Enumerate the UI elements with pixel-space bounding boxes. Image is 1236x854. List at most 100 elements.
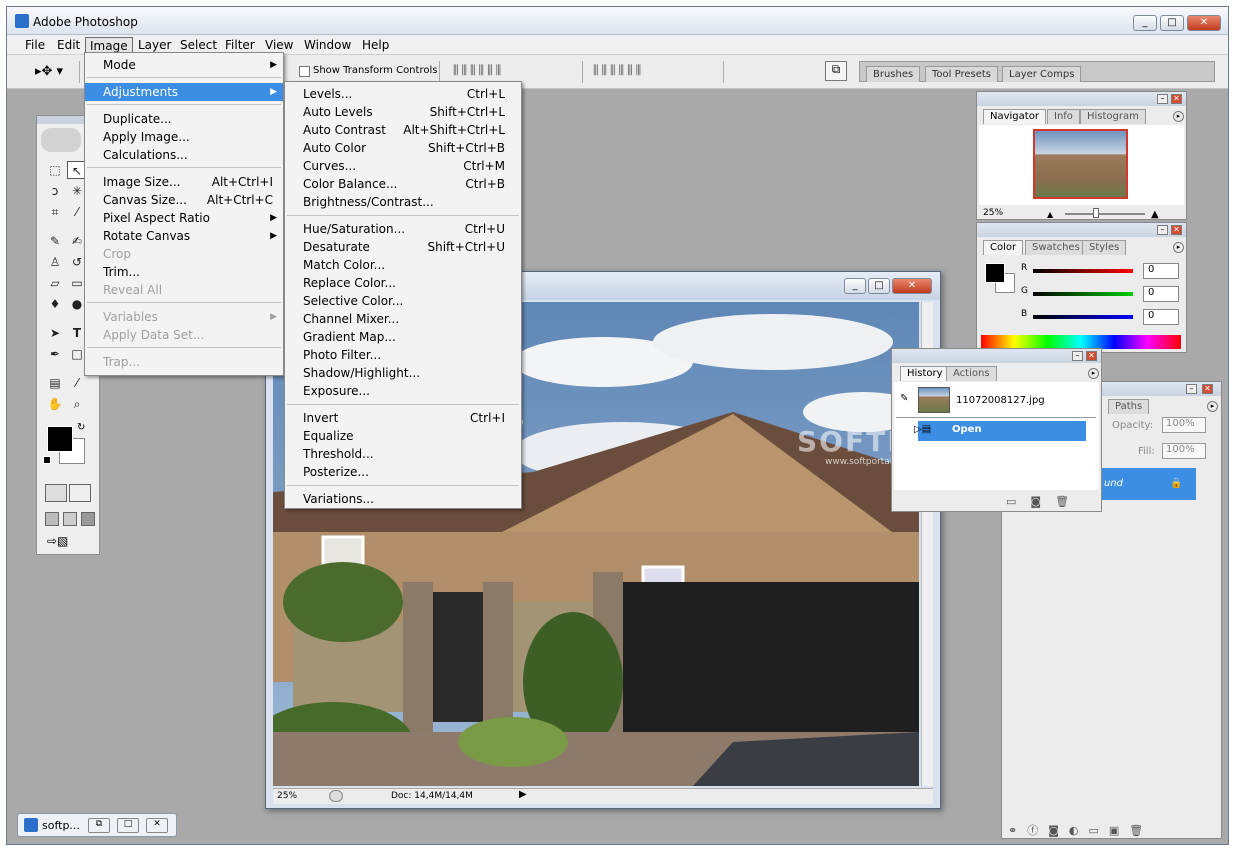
menu-item-duplicate[interactable]: Duplicate... <box>85 110 283 128</box>
screen-mode-full-menu-icon[interactable] <box>63 512 77 526</box>
tab-histogram[interactable]: Histogram <box>1080 109 1146 124</box>
stamp-tool-icon[interactable]: ♙ <box>45 253 65 271</box>
history-bottom-icons[interactable]: ▭◙🗑 <box>1006 495 1083 508</box>
tab-color[interactable]: Color <box>983 240 1024 255</box>
lasso-tool-icon[interactable]: ↄ <box>45 182 65 200</box>
image-close-button[interactable]: ✕ <box>892 278 932 294</box>
menu-image[interactable]: Image <box>85 37 133 53</box>
history-close-icon[interactable]: ✕ <box>1086 351 1097 361</box>
navigator-menu-icon[interactable]: ▸ <box>1173 111 1184 122</box>
adj-invert[interactable]: Invert Ctrl+I <box>285 409 521 427</box>
menu-window[interactable]: Window <box>300 37 355 53</box>
tab-history[interactable]: History <box>900 366 950 381</box>
close-button[interactable]: ✕ <box>1187 15 1221 31</box>
adj-levels[interactable]: Levels... Ctrl+L <box>285 85 521 103</box>
move-tool-icon[interactable]: ▸✥ ▾ <box>35 64 63 79</box>
adj-match-color[interactable]: Match Color... <box>285 256 521 274</box>
fill-field[interactable]: 100% <box>1162 443 1206 459</box>
path-select-icon[interactable]: ➤ <box>45 324 65 342</box>
adj-threshold[interactable]: Threshold... <box>285 445 521 463</box>
minimized-document[interactable]: softp... ⧉ □ ✕ <box>17 813 177 837</box>
hand-tool-icon[interactable]: ✋ <box>45 395 65 413</box>
tab-styles[interactable]: Styles <box>1082 240 1127 255</box>
zoom-tool-icon[interactable]: ⌕ <box>67 395 87 413</box>
snapshot-thumbnail[interactable] <box>918 387 950 413</box>
menu-item-rotate-canvas[interactable]: Rotate Canvas ▶ <box>85 227 283 245</box>
adj-auto-color[interactable]: Auto Color Shift+Ctrl+B <box>285 139 521 157</box>
r-slider[interactable] <box>1033 269 1133 273</box>
g-slider[interactable] <box>1033 292 1133 296</box>
g-value-field[interactable]: 0 <box>1143 286 1179 302</box>
adj-posterize[interactable]: Posterize... <box>285 463 521 481</box>
foreground-color-swatch[interactable] <box>47 426 73 452</box>
minimize-button[interactable]: _ <box>1133 15 1157 31</box>
zoom-in-icon[interactable]: ▲ <box>1151 209 1159 220</box>
history-state-open[interactable]: Open <box>918 421 1086 441</box>
tab-navigator[interactable]: Navigator <box>983 109 1046 124</box>
zoom-slider-handle[interactable] <box>1093 208 1099 218</box>
adj-gradient-map[interactable]: Gradient Map... <box>285 328 521 346</box>
menu-item-apply-image[interactable]: Apply Image... <box>85 128 283 146</box>
adj-exposure[interactable]: Exposure... <box>285 382 521 400</box>
marquee-tool-icon[interactable]: ⬚ <box>45 161 65 179</box>
history-menu-icon[interactable]: ▸ <box>1088 368 1099 379</box>
tab-paths[interactable]: Paths <box>1108 399 1150 414</box>
maximize-button[interactable]: □ <box>1160 15 1184 31</box>
tab-info[interactable]: Info <box>1047 109 1080 124</box>
navigator-minimize-icon[interactable]: – <box>1157 94 1168 104</box>
image-zoom-level[interactable]: 25% <box>277 791 297 801</box>
color-ramp[interactable] <box>981 335 1181 349</box>
color-close-icon[interactable]: ✕ <box>1171 225 1182 235</box>
color-menu-icon[interactable]: ▸ <box>1173 242 1184 253</box>
snapshot-name[interactable]: 11072008127.jpg <box>956 395 1045 406</box>
eyedropper-icon[interactable]: ⁄ <box>67 374 87 392</box>
color-fg-swatch[interactable] <box>985 263 1005 283</box>
pen-tool-icon[interactable]: ✒ <box>45 345 65 363</box>
adj-auto-levels[interactable]: Auto Levels Shift+Ctrl+L <box>285 103 521 121</box>
screen-mode-full-icon[interactable] <box>81 512 95 526</box>
menu-layer[interactable]: Layer <box>134 37 175 53</box>
layers-bottom-icons[interactable]: ⚭ⓕ◙◐▭▣🗑 <box>1008 822 1153 838</box>
notes-tool-icon[interactable]: ▤ <box>45 374 65 392</box>
menu-item-mode[interactable]: Mode ▶ <box>85 56 283 74</box>
distribute-icons[interactable]: ⫼⫼⫼⫼⫼⫼ <box>593 63 644 78</box>
zoom-slider[interactable] <box>1065 213 1145 215</box>
zoom-out-icon[interactable]: ▲ <box>1047 210 1053 219</box>
adj-shadow-highlight[interactable]: Shadow/Highlight... <box>285 364 521 382</box>
adj-auto-contrast[interactable]: Auto Contrast Alt+Shift+Ctrl+L <box>285 121 521 139</box>
menu-item-trap[interactable]: Trap... <box>85 353 283 371</box>
menu-edit[interactable]: Edit <box>53 37 84 53</box>
menu-filter[interactable]: Filter <box>221 37 259 53</box>
navigator-close-icon[interactable]: ✕ <box>1171 94 1182 104</box>
tab-swatches[interactable]: Swatches <box>1025 240 1087 255</box>
well-tab-brushes[interactable]: Brushes <box>866 66 921 82</box>
close-doc-button[interactable]: ✕ <box>146 818 168 833</box>
adj-curves[interactable]: Curves... Ctrl+M <box>285 157 521 175</box>
status-icon[interactable] <box>329 790 343 802</box>
menu-item-image-size[interactable]: Image Size... Alt+Ctrl+I <box>85 173 283 191</box>
eraser-tool-icon[interactable]: ▱ <box>45 274 65 292</box>
menu-item-calculations[interactable]: Calculations... <box>85 146 283 164</box>
r-value-field[interactable]: 0 <box>1143 263 1179 279</box>
swap-colors-icon[interactable]: ↻ <box>77 422 85 433</box>
menu-file[interactable]: File <box>21 37 49 53</box>
menu-item-variables[interactable]: Variables ▶ <box>85 308 283 326</box>
adj-photo-filter[interactable]: Photo Filter... <box>285 346 521 364</box>
menu-view[interactable]: View <box>261 37 297 53</box>
menu-item-crop[interactable]: Crop <box>85 245 283 263</box>
healing-brush-icon[interactable]: ✎ <box>45 232 65 250</box>
history-brush-source-icon[interactable]: ✎ <box>900 393 908 404</box>
menu-item-reveal-all[interactable]: Reveal All <box>85 281 283 299</box>
menu-item-canvas-size[interactable]: Canvas Size... Alt+Ctrl+C <box>85 191 283 209</box>
navigator-zoom[interactable]: 25% <box>983 208 1003 218</box>
color-minimize-icon[interactable]: – <box>1157 225 1168 235</box>
layers-close-icon[interactable]: ✕ <box>1202 384 1213 394</box>
show-transform-checkbox[interactable] <box>299 66 310 77</box>
maximize-doc-button[interactable]: □ <box>117 818 139 833</box>
tab-actions[interactable]: Actions <box>946 366 997 381</box>
standard-mode-button[interactable] <box>45 484 67 502</box>
adj-hue-saturation[interactable]: Hue/Saturation... Ctrl+U <box>285 220 521 238</box>
align-icons[interactable]: ⫼⫼⫼⫼⫼⫼ <box>453 63 504 78</box>
layers-minimize-icon[interactable]: – <box>1186 384 1197 394</box>
adj-equalize[interactable]: Equalize <box>285 427 521 445</box>
